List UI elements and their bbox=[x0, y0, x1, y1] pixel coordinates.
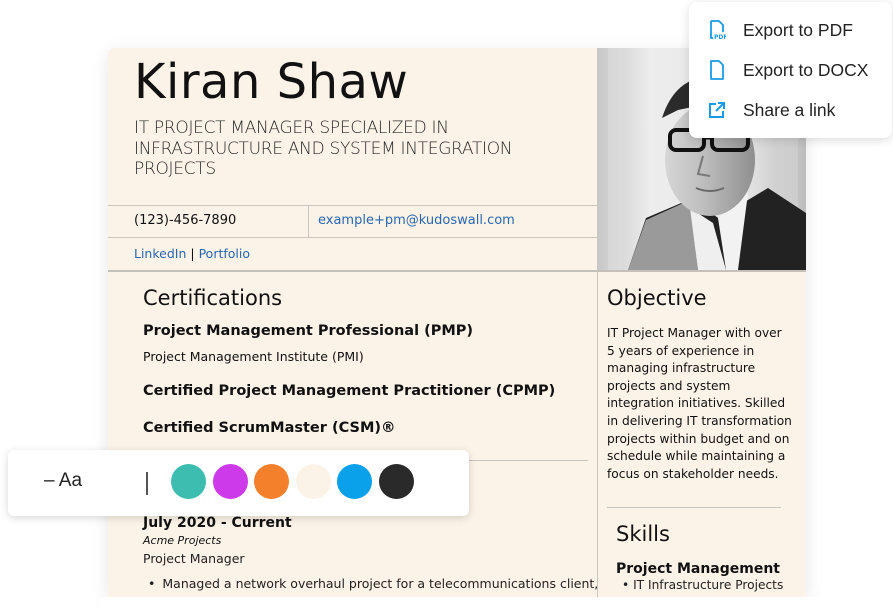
color-swatch-black[interactable] bbox=[379, 464, 414, 499]
certification-issuer: Project Management Institute (PMI) bbox=[143, 349, 364, 364]
skill-item: • IT Infrastructure Projects bbox=[622, 578, 783, 592]
preview-bottom-fade bbox=[100, 597, 820, 615]
certification-name: Certified Project Management Practitione… bbox=[143, 383, 556, 399]
menu-item-label: Export to DOCX bbox=[743, 59, 869, 80]
resume-headline: IT Project Manager specialized in infras… bbox=[134, 118, 513, 179]
job-dates: July 2020 - Current bbox=[143, 515, 292, 531]
linkedin-link[interactable]: LinkedIn bbox=[134, 246, 186, 261]
bullet-icon: • bbox=[622, 578, 634, 592]
divider bbox=[308, 205, 309, 237]
external-link-icon bbox=[707, 100, 727, 120]
side-column: Objective IT Project Manager with over 5… bbox=[598, 271, 806, 597]
pdf-file-icon: PDF bbox=[707, 20, 727, 40]
job-bullet-text: Managed a network overhaul project for a… bbox=[162, 576, 599, 591]
certification-name: Certified ScrumMaster (CSM)® bbox=[143, 420, 396, 436]
share-link-menu-item[interactable]: Share a link bbox=[689, 90, 892, 130]
portfolio-link[interactable]: Portfolio bbox=[199, 246, 250, 261]
certifications-title: Certifications bbox=[143, 286, 283, 310]
color-swatch-purple[interactable] bbox=[213, 464, 248, 499]
objective-text: IT Project Manager with over 5 years of … bbox=[607, 326, 792, 481]
export-menu: PDF Export to PDF Export to DOCX Share a… bbox=[689, 2, 892, 138]
job-role: Project Manager bbox=[143, 551, 245, 566]
menu-item-label: Share a link bbox=[743, 99, 836, 120]
contact-email-link[interactable]: example+pm@kudoswall.com bbox=[318, 213, 515, 228]
divider bbox=[108, 237, 597, 238]
section-divider bbox=[607, 507, 781, 508]
resume-name: Kiran Shaw bbox=[134, 54, 409, 110]
font-size-control[interactable]: – Aa bbox=[44, 470, 82, 492]
color-swatch-blue[interactable] bbox=[337, 464, 372, 499]
divider bbox=[108, 205, 597, 206]
link-separator: | bbox=[190, 246, 195, 261]
bullet-icon: • bbox=[148, 576, 156, 591]
color-swatch-cream[interactable] bbox=[296, 464, 331, 499]
certification-name: Project Management Professional (PMP) bbox=[143, 323, 474, 339]
skill-group-name: Project Management bbox=[616, 561, 780, 577]
document-icon bbox=[707, 60, 727, 80]
objective-title: Objective bbox=[607, 286, 707, 310]
toolbar-separator bbox=[146, 472, 148, 495]
export-pdf-menu-item[interactable]: PDF Export to PDF bbox=[689, 10, 892, 50]
menu-item-label: Export to PDF bbox=[743, 19, 853, 40]
skill-item-text: IT Infrastructure Projects bbox=[633, 578, 784, 592]
svg-text:PDF: PDF bbox=[714, 34, 726, 40]
style-toolbar: – Aa bbox=[8, 450, 469, 516]
main-column: Certifications Project Management Profes… bbox=[108, 271, 598, 597]
color-swatch-teal[interactable] bbox=[171, 464, 206, 499]
job-company: Acme Projects bbox=[143, 534, 222, 547]
skills-title: Skills bbox=[616, 522, 670, 546]
contact-phone: (123)-456-7890 bbox=[134, 213, 237, 228]
color-swatch-orange[interactable] bbox=[254, 464, 289, 499]
export-docx-menu-item[interactable]: Export to DOCX bbox=[689, 50, 892, 90]
contact-links: LinkedIn | Portfolio bbox=[134, 246, 250, 261]
job-bullet: • Managed a network overhaul project for … bbox=[148, 576, 598, 591]
